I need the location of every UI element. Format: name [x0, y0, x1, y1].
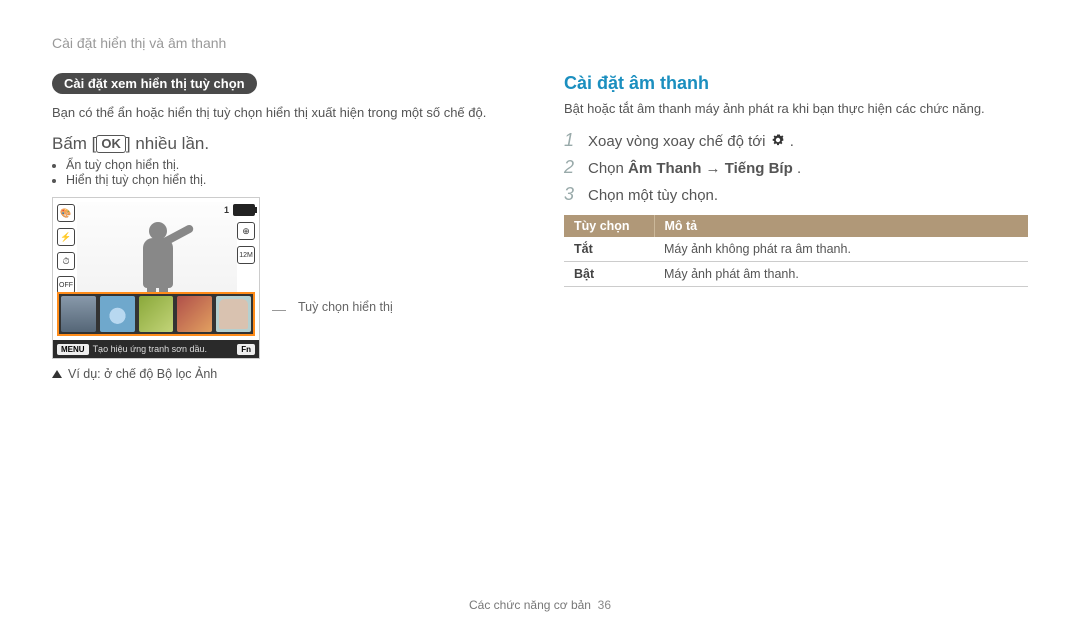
filter-thumb: [216, 296, 251, 332]
left-intro: Bạn có thể ẩn hoặc hiển thị tuỳ chọn hiể…: [52, 104, 516, 122]
callout-label: Tuỳ chọn hiển thị: [298, 300, 393, 314]
left-column: Cài đặt xem hiển thị tuỳ chọn Bạn có thể…: [52, 73, 516, 381]
step-item: 3 Chọn một tùy chọn.: [564, 184, 1028, 205]
camera-screenshot: 🎨 ⚡ ⏱ OFF 1 ⊕ 12M: [52, 197, 260, 359]
page-footer: Các chức năng cơ bản 36: [0, 598, 1080, 612]
press-suffix: ] nhiều lần.: [126, 134, 209, 153]
step-text: Chọn: [588, 160, 628, 177]
display-bullets: Ẩn tuỳ chọn hiển thị. Hiển thị tuỳ chọn …: [52, 158, 516, 187]
step-item: 2 Chọn Âm Thanh → Tiếng Bíp .: [564, 157, 1028, 178]
options-table: Tùy chọn Mô tả Tắt Máy ảnh không phát ra…: [564, 215, 1028, 287]
step-text: Xoay vòng xoay chế độ tới: [588, 133, 770, 150]
col-header-desc: Mô tả: [654, 215, 1028, 237]
flash-mode-icon: ⊕: [237, 222, 255, 240]
opt-name: Bật: [564, 262, 654, 287]
callout-connector: [272, 310, 286, 311]
filter-picker: [57, 292, 255, 336]
breadcrumb: Cài đặt hiển thị và âm thanh: [52, 35, 1028, 51]
example-note: Ví dụ: ở chế độ Bộ lọc Ảnh: [52, 367, 516, 381]
size-icon: 12M: [237, 246, 255, 264]
step-text: Chọn một tùy chọn.: [588, 187, 718, 204]
shot-count: 1: [224, 205, 229, 215]
gear-icon: [770, 132, 786, 148]
step-item: 1 Xoay vòng xoay chế độ tới .: [564, 130, 1028, 151]
step-text: .: [790, 133, 794, 150]
filter-thumb: [139, 296, 174, 332]
bullet-item: Ẩn tuỳ chọn hiển thị.: [66, 158, 516, 172]
triangle-up-icon: [52, 370, 62, 378]
step-strong: Âm Thanh → Tiếng Bíp: [628, 160, 793, 177]
status-bar: MENU Tạo hiệu ứng tranh sơn dầu. Fn: [53, 340, 259, 358]
step-number: 3: [564, 184, 578, 205]
timer-icon: ⏱: [57, 252, 75, 270]
table-row: Bật Máy ảnh phát âm thanh.: [564, 262, 1028, 287]
opt-desc: Máy ảnh phát âm thanh.: [654, 262, 1028, 287]
filter-thumb: [100, 296, 135, 332]
battery-icon: [233, 204, 255, 216]
right-intro: Bật hoặc tắt âm thanh máy ảnh phát ra kh…: [564, 100, 1028, 118]
table-row: Tắt Máy ảnh không phát ra âm thanh.: [564, 237, 1028, 262]
fn-chip: Fn: [237, 344, 255, 355]
filter-thumb: [61, 296, 96, 332]
press-prefix: Bấm [: [52, 134, 96, 153]
press-instruction: Bấm [OK] nhiều lần.: [52, 134, 516, 154]
section-pill-display-options: Cài đặt xem hiển thị tuỳ chọn: [52, 73, 257, 94]
step-number: 1: [564, 130, 578, 151]
right-column: Cài đặt âm thanh Bật hoặc tắt âm thanh m…: [564, 73, 1028, 381]
footer-section: Các chức năng cơ bản: [469, 598, 591, 612]
steps-list: 1 Xoay vòng xoay chế độ tới . 2 Chọn Âm …: [564, 130, 1028, 205]
step-text: .: [797, 160, 801, 177]
filter-thumb: [177, 296, 212, 332]
page-number: 36: [598, 598, 611, 612]
opt-name: Tắt: [564, 237, 654, 262]
example-text: Ví dụ: ở chế độ Bộ lọc Ảnh: [68, 367, 217, 381]
ok-button-icon: OK: [96, 135, 126, 153]
flash-icon: ⚡: [57, 228, 75, 246]
col-header-option: Tùy chọn: [564, 215, 654, 237]
opt-desc: Máy ảnh không phát ra âm thanh.: [654, 237, 1028, 262]
menu-chip: MENU: [57, 344, 89, 355]
bullet-item: Hiển thị tuỳ chọn hiển thị.: [66, 173, 516, 187]
status-text: Tạo hiệu ứng tranh sơn dầu.: [93, 344, 234, 354]
step-number: 2: [564, 157, 578, 178]
sound-heading: Cài đặt âm thanh: [564, 73, 1028, 94]
mode-icon: 🎨: [57, 204, 75, 222]
